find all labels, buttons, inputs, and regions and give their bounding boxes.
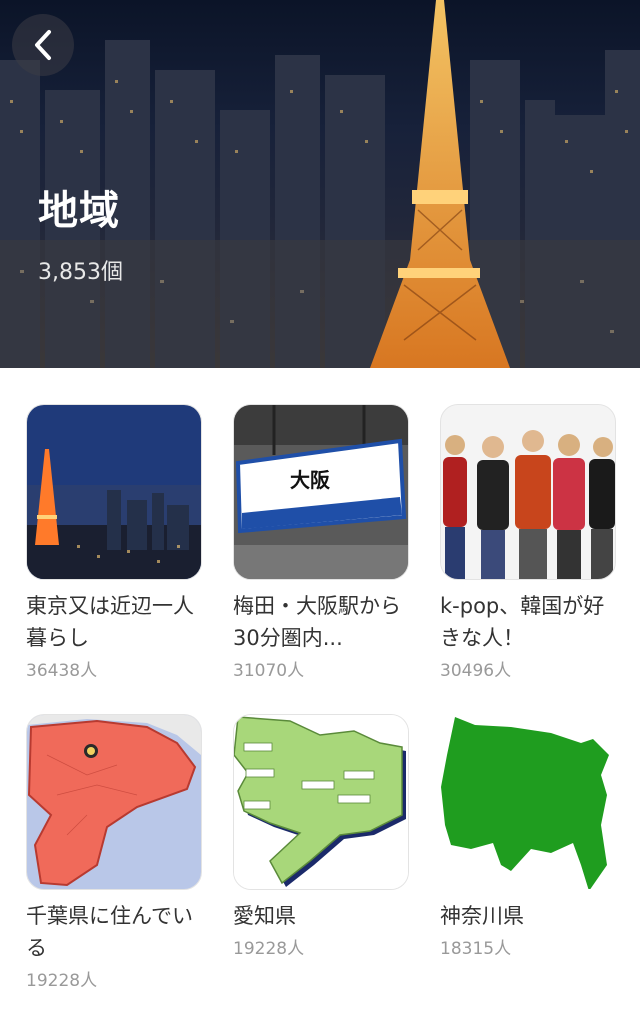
chiba-map-image bbox=[27, 715, 201, 889]
group-card[interactable]: 大阪 梅田・大阪駅から30分圏内... 31070人 bbox=[233, 404, 409, 681]
tokyo-tower-night-image bbox=[27, 405, 201, 579]
group-thumbnail bbox=[26, 404, 202, 580]
group-title: 東京又は近辺一人暮らし bbox=[26, 594, 194, 650]
member-count: 36438人 bbox=[26, 661, 98, 681]
member-count: 19228人 bbox=[233, 939, 305, 959]
group-title: 愛知県 bbox=[233, 904, 296, 928]
chevron-left-icon bbox=[35, 30, 51, 60]
group-title: k-pop、韓国が好きな人！ bbox=[440, 594, 605, 650]
group-card[interactable]: 愛知県 19228人 bbox=[233, 714, 409, 959]
group-thumbnail bbox=[233, 714, 409, 890]
group-title: 神奈川県 bbox=[440, 904, 524, 928]
back-button[interactable] bbox=[12, 14, 74, 76]
member-count: 31070人 bbox=[233, 661, 305, 681]
aichi-map-image bbox=[234, 715, 408, 889]
member-count: 19228人 bbox=[26, 971, 98, 991]
member-count: 30496人 bbox=[440, 661, 512, 681]
kanagawa-map-image bbox=[441, 715, 615, 889]
member-count: 18315人 bbox=[440, 939, 512, 959]
group-thumbnail bbox=[440, 404, 616, 580]
group-thumbnail: 大阪 bbox=[233, 404, 409, 580]
group-card[interactable]: k-pop、韓国が好きな人！ 30496人 bbox=[440, 404, 616, 681]
group-card[interactable]: 神奈川県 18315人 bbox=[440, 714, 616, 959]
osaka-station-sign-image: 大阪 bbox=[234, 405, 408, 579]
hero-banner: 地域 3,853個 bbox=[0, 0, 640, 368]
group-thumbnail bbox=[26, 714, 202, 890]
page-title: 地域 bbox=[38, 188, 120, 234]
group-count: 3,853個 bbox=[38, 260, 123, 285]
kpop-group-photo-image bbox=[441, 405, 615, 579]
group-card[interactable]: 東京又は近辺一人暮らし 36438人 bbox=[26, 404, 202, 681]
group-thumbnail bbox=[440, 714, 616, 890]
group-card[interactable]: 千葉県に住んでいる 19228人 bbox=[26, 714, 202, 991]
svg-text:大阪: 大阪 bbox=[290, 468, 331, 492]
group-title: 梅田・大阪駅から30分圏内... bbox=[233, 594, 401, 650]
group-title: 千葉県に住んでいる bbox=[26, 904, 193, 960]
